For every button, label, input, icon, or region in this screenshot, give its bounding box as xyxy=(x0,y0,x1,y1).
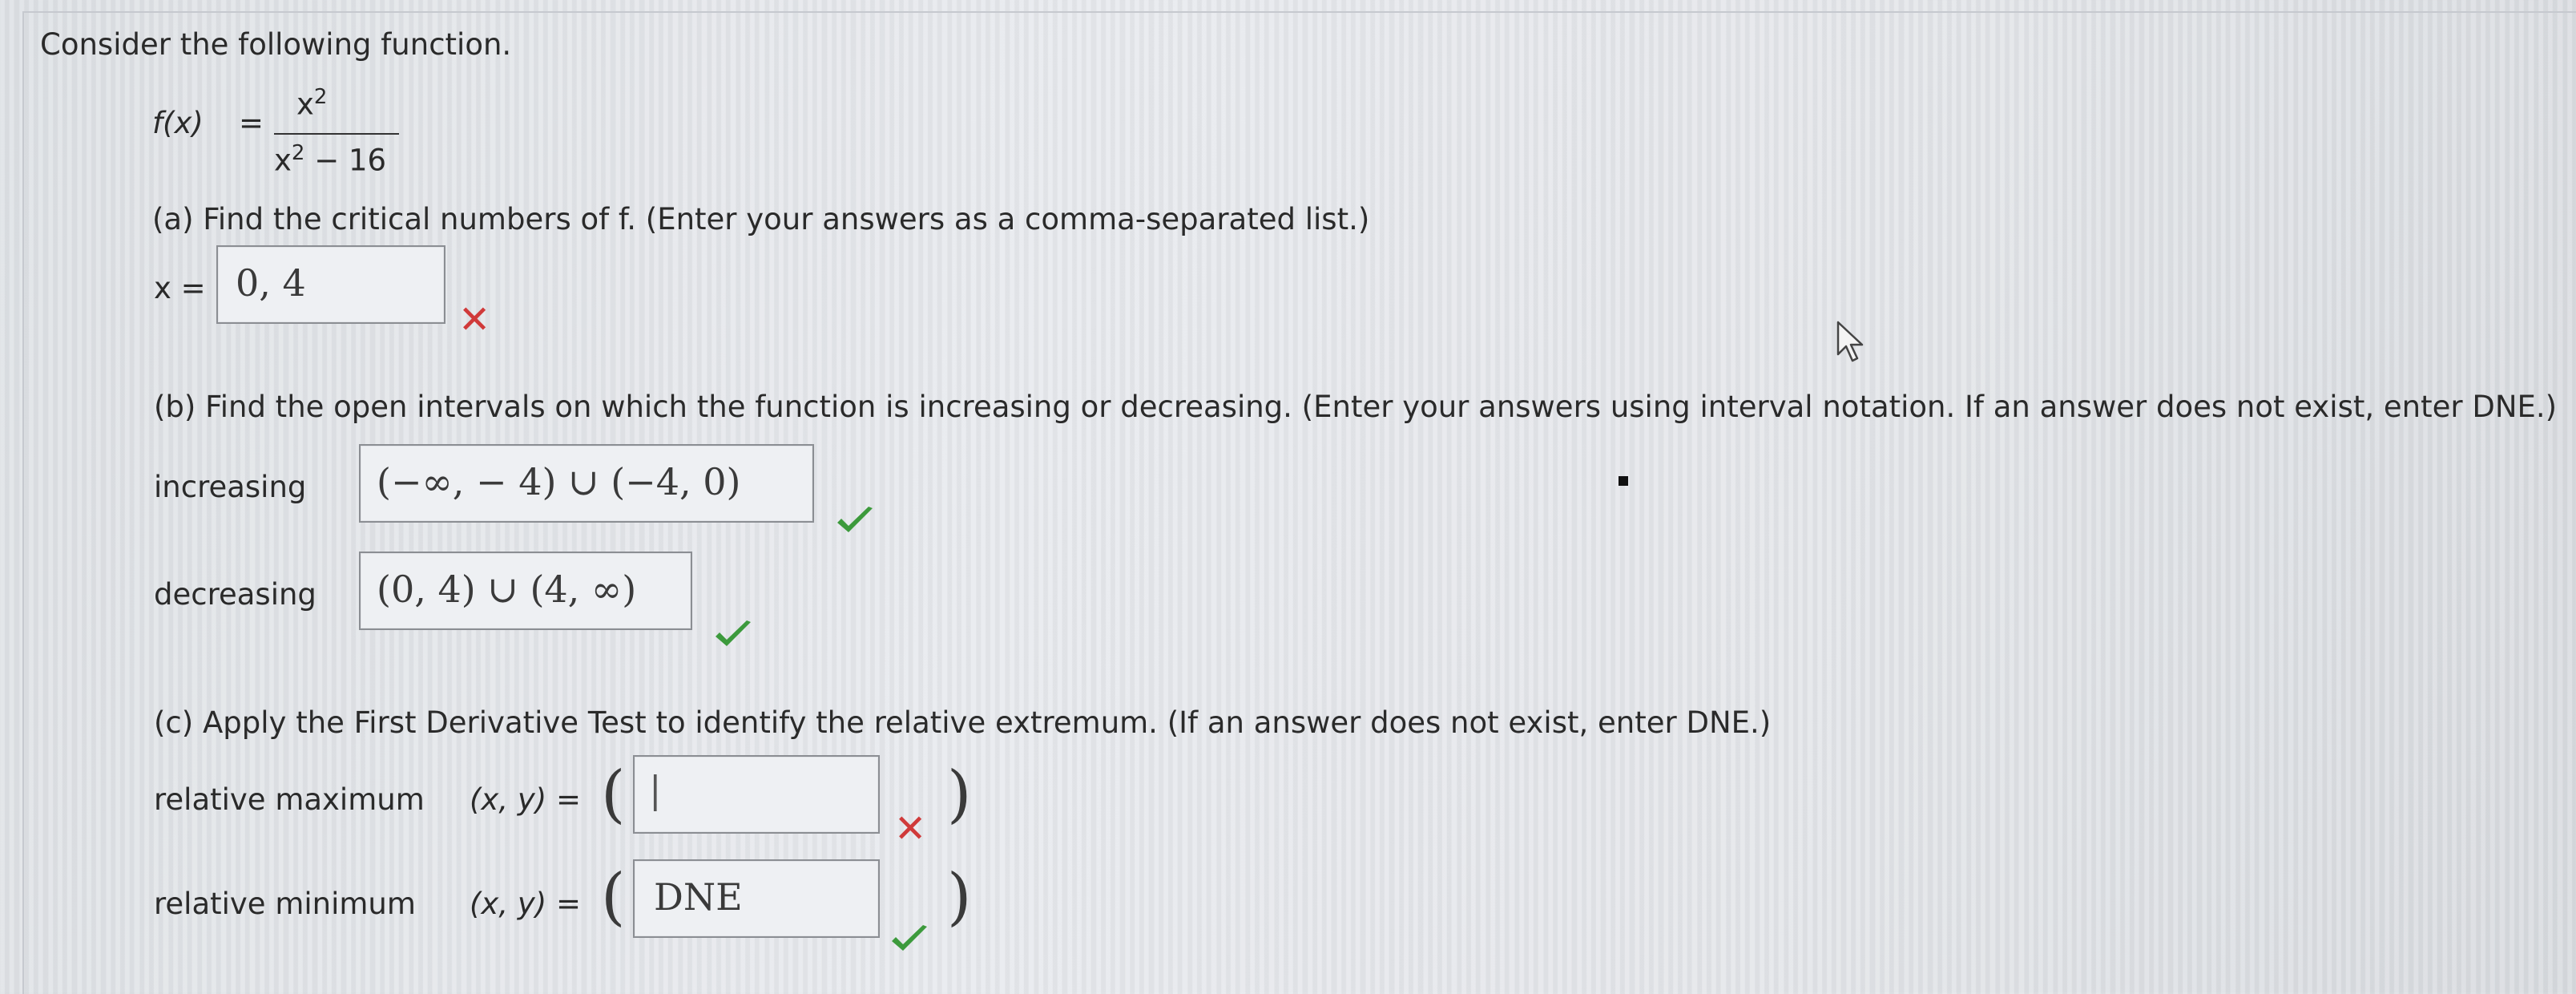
fraction-bar xyxy=(274,133,399,135)
part-b-prompt: (b) Find the open intervals on which the… xyxy=(154,390,2558,424)
incorrect-mark-icon: ✕ xyxy=(894,806,927,851)
question-panel: Consider the following function. f(x) = … xyxy=(22,11,2576,994)
relative-min-eq: (x, y) = xyxy=(470,887,581,921)
close-paren: ) xyxy=(947,758,972,830)
function-lhs: f(x) xyxy=(152,106,204,140)
relative-min-input[interactable]: DNE xyxy=(633,859,880,938)
critical-numbers-input[interactable]: 0, 4 xyxy=(216,245,445,324)
open-paren: ( xyxy=(601,758,626,830)
mouse-pointer-icon xyxy=(1836,321,1864,362)
relative-max-eq: (x, y) = xyxy=(470,782,581,817)
correct-check-icon xyxy=(837,507,873,532)
part-c-prompt: (c) Apply the First Derivative Test to i… xyxy=(154,705,1772,740)
intro-text: Consider the following function. xyxy=(40,27,512,62)
relative-min-label: relative minimum xyxy=(154,887,416,921)
relative-min-value: DNE xyxy=(654,875,743,919)
correct-check-icon xyxy=(892,925,927,951)
incorrect-mark-icon: ✕ xyxy=(458,297,491,342)
decreasing-value: (0, 4) ∪ (4, ∞) xyxy=(377,568,637,611)
decreasing-label: decreasing xyxy=(154,577,316,612)
text-cursor: | xyxy=(649,768,662,811)
function-denominator: x2 − 16 xyxy=(274,141,387,178)
critical-numbers-value: 0, 4 xyxy=(236,261,306,305)
part-a-label: x = xyxy=(154,271,206,305)
correct-check-icon xyxy=(716,620,751,646)
increasing-input[interactable]: (−∞, − 4) ∪ (−4, 0) xyxy=(359,444,814,523)
function-numerator: x2 xyxy=(296,85,328,122)
part-a-prompt: (a) Find the critical numbers of f. (Ent… xyxy=(152,202,1370,236)
relative-max-input[interactable]: | xyxy=(633,755,880,834)
function-equals: = xyxy=(239,106,264,140)
close-paren: ) xyxy=(947,861,972,933)
open-paren: ( xyxy=(601,861,626,933)
dot-marker xyxy=(1619,476,1628,486)
relative-max-label: relative maximum xyxy=(154,782,425,817)
decreasing-input[interactable]: (0, 4) ∪ (4, ∞) xyxy=(359,552,692,630)
increasing-label: increasing xyxy=(154,470,307,504)
increasing-value: (−∞, − 4) ∪ (−4, 0) xyxy=(377,460,741,503)
